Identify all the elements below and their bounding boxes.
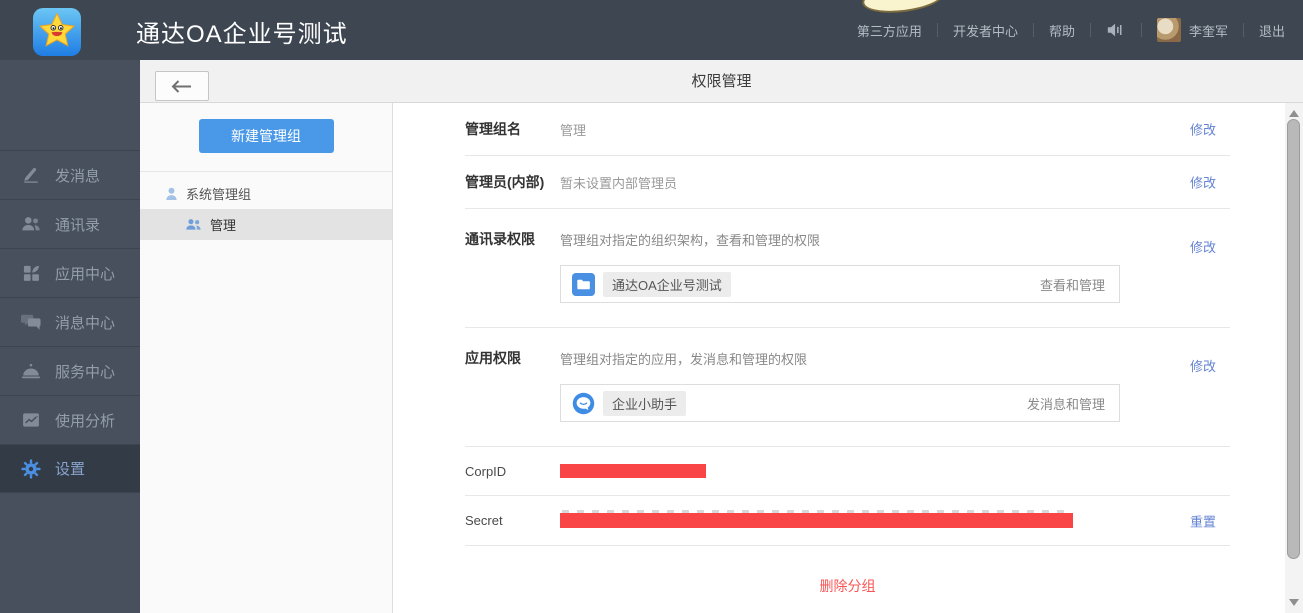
row-contacts-permission: 通讯录权限 管理组对指定的组织架构，查看和管理的权限 修改 通达OA企业号测试 … [465,209,1230,328]
messages-icon [20,311,42,333]
row-description: 管理组对指定的应用，发消息和管理的权限 [560,349,807,368]
sidebar-item-service-center[interactable]: 服务中心 [0,346,140,395]
secret-redacted-value [560,513,1073,528]
scrollbar-thumb[interactable] [1287,119,1300,559]
scroll-down-arrow-icon[interactable] [1289,599,1299,606]
tree-item-label: 系统管理组 [186,184,251,203]
row-label: 应用权限 [465,348,560,368]
chat-bubble-icon [572,392,595,415]
row-label: 管理员(内部) [465,172,560,192]
app-title: 通达OA企业号测试 [136,14,348,49]
user-name[interactable]: 李奎军 [1189,21,1228,40]
tree-item-admin-group[interactable]: 管理 [140,209,392,240]
topbar: 通达OA企业号测试 第三方应用 开发者中心 帮助 李奎军 退出 [0,0,1303,60]
row-group-name: 管理组名 管理 修改 [465,103,1230,156]
group-list-panel: 新建管理组 系统管理组 管 [140,103,393,613]
person-icon [165,187,178,201]
sidebar-item-message-center[interactable]: 消息中心 [0,297,140,346]
row-internal-admins: 管理员(内部) 暂未设置内部管理员 修改 [465,156,1230,209]
tree-item-label: 管理 [210,215,236,234]
sidebar-item-label: 使用分析 [55,410,115,431]
tree-item-system-group[interactable]: 系统管理组 [140,178,392,209]
row-description: 管理组对指定的组织架构，查看和管理的权限 [560,230,820,249]
group-icon [185,218,202,231]
sidebar-item-label: 设置 [55,458,85,479]
modify-link[interactable]: 修改 [1190,237,1216,256]
scroll-up-arrow-icon[interactable] [1289,110,1299,117]
new-group-section: 新建管理组 [140,103,392,172]
row-secret: Secret 重置 [465,496,1230,546]
content-header: 权限管理 [140,60,1303,103]
sidebar-item-contacts[interactable]: 通讯录 [0,199,140,248]
permission-item-level: 查看和管理 [1040,275,1105,294]
new-group-button[interactable]: 新建管理组 [199,119,334,153]
folder-icon [572,273,595,296]
sidebar-menu: 发消息 通讯录 [0,150,140,493]
nav-divider [1243,23,1244,37]
sidebar-item-settings[interactable]: 设置 [0,444,140,493]
gear-icon [20,458,42,480]
vertical-scrollbar[interactable] [1285,103,1303,613]
nav-divider [1141,23,1142,37]
app-logo-star-icon [33,8,81,56]
permission-item-level: 发消息和管理 [1027,394,1105,413]
user-avatar[interactable] [1157,18,1181,42]
sidebar-item-usage-analytics[interactable]: 使用分析 [0,395,140,444]
sidebar-item-label: 服务中心 [55,361,115,382]
nav-developer-center[interactable]: 开发者中心 [953,21,1018,40]
contacts-icon [20,213,42,235]
row-label: 通讯录权限 [465,229,560,249]
sidebar-item-app-center[interactable]: 应用中心 [0,248,140,297]
delete-group-section: 删除分组 [465,576,1230,596]
speaker-icon[interactable] [1106,22,1126,38]
permission-item-name: 企业小助手 [603,391,686,416]
permission-item-name: 通达OA企业号测试 [603,272,731,297]
apps-icon [20,262,42,284]
page-title: 权限管理 [140,60,1303,103]
app-window: 通达OA企业号测试 第三方应用 开发者中心 帮助 李奎军 退出 [0,0,1303,613]
sidebar-item-send-message[interactable]: 发消息 [0,150,140,199]
logout-link[interactable]: 退出 [1259,21,1285,40]
corpid-redacted-value [560,464,706,478]
sidebar: 发消息 通讯录 [0,60,140,613]
modify-link[interactable]: 修改 [1190,173,1216,192]
row-value: 暂未设置内部管理员 [560,173,677,192]
topbar-nav: 第三方应用 开发者中心 帮助 李奎军 退出 [857,0,1285,60]
permission-detail-panel: 管理组名 管理 修改 管理员(内部) 暂未设置内部管理员 修改 通讯录权限 管理… [393,103,1285,613]
back-button[interactable] [155,71,209,101]
sidebar-item-label: 消息中心 [55,312,115,333]
row-app-permission: 应用权限 管理组对指定的应用，发消息和管理的权限 修改 企业小助手 发消息和管理 [465,328,1230,447]
row-label: 管理组名 [465,119,560,139]
sidebar-item-label: 应用中心 [55,263,115,284]
nav-divider [1090,23,1091,37]
row-value: 管理 [560,120,586,139]
contacts-permission-item[interactable]: 通达OA企业号测试 查看和管理 [560,265,1120,303]
modify-link[interactable]: 修改 [1190,120,1216,139]
delete-group-link[interactable]: 删除分组 [820,578,876,594]
nav-third-party-apps[interactable]: 第三方应用 [857,21,922,40]
app-permission-item[interactable]: 企业小助手 发消息和管理 [560,384,1120,422]
sidebar-item-label: 通讯录 [55,214,100,235]
nav-help[interactable]: 帮助 [1049,21,1075,40]
row-corpid: CorpID [465,447,1230,496]
analytics-icon [20,409,42,431]
sidebar-item-label: 发消息 [55,165,100,186]
modify-link[interactable]: 修改 [1190,356,1216,375]
user-menu[interactable]: 李奎军 [1157,18,1228,42]
reset-secret-link[interactable]: 重置 [1190,511,1216,530]
row-label: Secret [465,513,560,528]
pen-icon [20,164,42,186]
back-arrow-icon [171,80,193,93]
secret-text-peek [562,510,1065,513]
nav-divider [937,23,938,37]
row-label: CorpID [465,464,560,479]
service-bell-icon [20,360,42,382]
nav-divider [1033,23,1034,37]
group-tree: 系统管理组 管理 [140,172,392,240]
